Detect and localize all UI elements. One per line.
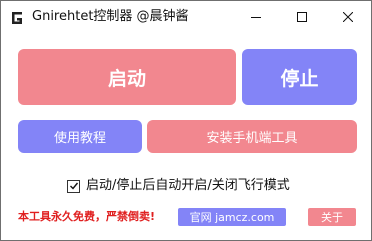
- close-icon: [343, 11, 353, 22]
- start-button[interactable]: 启动: [18, 49, 236, 105]
- g-logo-icon: [10, 10, 24, 24]
- maximize-button[interactable]: [279, 1, 325, 32]
- checkmark-icon: [69, 182, 78, 190]
- official-site-button[interactable]: 官网 jamcz.com: [178, 208, 286, 226]
- stop-button[interactable]: 停止: [242, 49, 357, 105]
- minimize-button[interactable]: [233, 1, 279, 32]
- minimize-icon: [251, 12, 261, 22]
- close-button[interactable]: [325, 1, 371, 32]
- maximize-icon: [297, 11, 307, 22]
- about-button[interactable]: 关于: [308, 208, 356, 226]
- free-notice: 本工具永久免费，严禁倒卖!: [18, 210, 156, 223]
- auto-flight-mode-label: 启动/停止后自动开启/关闭飞行模式: [86, 178, 290, 193]
- auto-flight-mode-checkbox[interactable]: [67, 179, 80, 193]
- auto-flight-mode-option[interactable]: 启动/停止后自动开启/关闭飞行模式: [67, 178, 290, 194]
- title-bar[interactable]: Gnirehtet控制器 @晨钟酱: [1, 1, 371, 32]
- install-phone-tool-button[interactable]: 安装手机端工具: [147, 120, 357, 153]
- tutorial-button[interactable]: 使用教程: [18, 120, 142, 153]
- window-title: Gnirehtet控制器 @晨钟酱: [32, 9, 189, 24]
- app-window: Gnirehtet控制器 @晨钟酱 启动 停止 使用教程 安装手机端工具 启动/…: [0, 0, 372, 241]
